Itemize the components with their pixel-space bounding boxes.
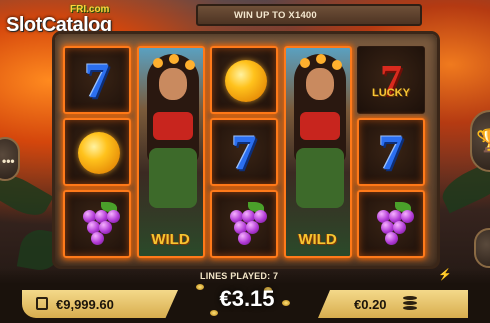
- symbol-blue-seven: 7: [210, 118, 278, 186]
- wallet-icon: [36, 297, 48, 310]
- symbol-orange: [63, 118, 131, 186]
- coins-stack-icon[interactable]: [403, 296, 417, 312]
- trophy-icon[interactable]: 🏆: [476, 128, 490, 154]
- grapes-icon: [77, 202, 121, 250]
- orange-icon: [78, 132, 120, 174]
- reels-grid: 7 WILD 7 WILD 7 LUCKY 7: [63, 46, 425, 258]
- reel-2: WILD: [136, 46, 205, 258]
- seven-glyph: 7: [84, 52, 110, 108]
- reel-3: 7: [210, 46, 278, 258]
- symbol-grapes: [63, 190, 131, 258]
- reel-5: 7 LUCKY 7: [357, 46, 425, 258]
- wild-label: WILD: [151, 231, 190, 248]
- spin-button[interactable]: [474, 228, 490, 268]
- symbol-orange: [210, 46, 278, 114]
- wild-symbol: WILD: [136, 46, 205, 258]
- lines-played-label: LINES PLAYED: 7: [200, 271, 279, 281]
- grapes-icon: [224, 202, 268, 250]
- symbol-blue-seven: 7: [357, 118, 425, 186]
- lucky-label: LUCKY: [372, 87, 410, 99]
- seven-glyph: 7: [378, 124, 404, 180]
- bet-display[interactable]: €0.20: [318, 290, 468, 318]
- symbol-grapes: [210, 190, 278, 258]
- game-scene: FRI.com SlotCatalog WIN UP TO X1400 7 WI…: [0, 0, 490, 323]
- reel-4: WILD: [283, 46, 352, 258]
- symbol-lucky-seven: 7 LUCKY: [357, 46, 425, 114]
- seven-glyph: 7: [231, 124, 257, 180]
- wild-symbol: WILD: [283, 46, 352, 258]
- seven-glyph: 7: [380, 55, 402, 105]
- win-up-to-banner: WIN UP TO X1400: [196, 4, 422, 26]
- symbol-grapes: [357, 190, 425, 258]
- symbol-blue-seven: 7: [63, 46, 131, 114]
- menu-dots-icon[interactable]: •••: [2, 154, 15, 168]
- grapes-icon: [371, 202, 415, 250]
- reel-1: 7: [63, 46, 131, 258]
- wild-label: WILD: [298, 231, 337, 248]
- turbo-lightning-icon[interactable]: ⚡: [438, 268, 452, 281]
- orange-icon: [225, 60, 267, 102]
- win-amount: €3.15: [219, 286, 275, 311]
